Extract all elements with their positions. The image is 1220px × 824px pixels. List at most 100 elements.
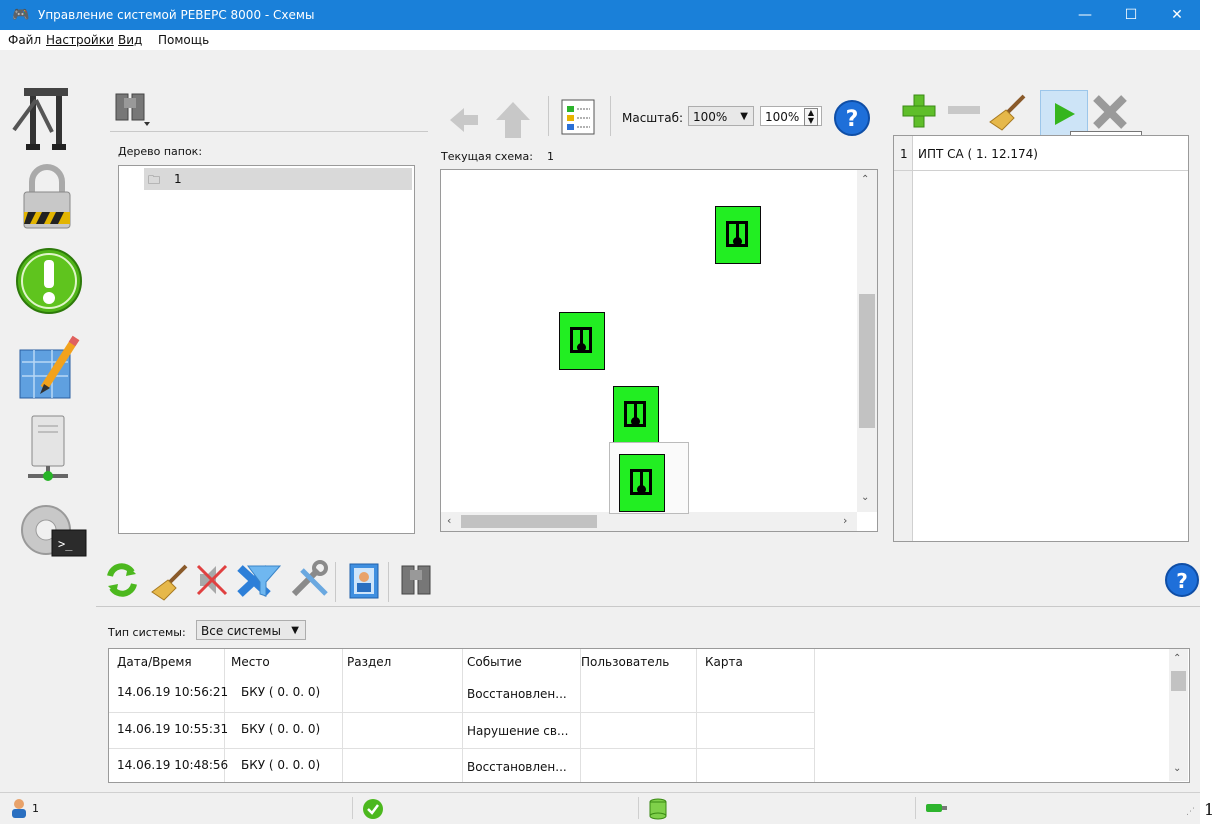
scale-select-value: 100% bbox=[693, 110, 728, 124]
minimize-button[interactable]: — bbox=[1062, 0, 1108, 30]
menu-view[interactable]: Вид bbox=[118, 33, 142, 47]
vertical-scroll-thumb[interactable] bbox=[859, 294, 875, 428]
folder-tree[interactable]: 🗀 1 bbox=[118, 165, 415, 534]
console-gear-icon[interactable]: >_ bbox=[16, 496, 88, 568]
cell-event: Восстановлен... bbox=[467, 687, 567, 701]
system-type-value: Все системы bbox=[201, 624, 281, 638]
tools-icon[interactable] bbox=[288, 560, 332, 600]
chevron-down-icon: ▼ bbox=[740, 111, 748, 122]
column-header-place[interactable]: Место bbox=[231, 655, 270, 669]
toolbar-divider bbox=[548, 96, 549, 136]
page-number: 1 bbox=[1204, 800, 1215, 819]
table-row[interactable]: 14.06.19 10:48:56 БКУ ( 0. 0. 0) Восстан… bbox=[109, 749, 815, 782]
broom-icon[interactable] bbox=[988, 92, 1028, 132]
folder-tree-item[interactable]: 🗀 1 bbox=[144, 168, 412, 190]
sensor-icon[interactable] bbox=[559, 312, 605, 370]
user-count: 1 bbox=[32, 802, 39, 815]
ok-status-icon bbox=[363, 799, 383, 819]
padlock-icon[interactable] bbox=[14, 162, 80, 232]
menu-file[interactable]: Файл bbox=[8, 33, 41, 47]
sensor-icon[interactable] bbox=[619, 454, 665, 512]
binoculars-icon[interactable] bbox=[110, 88, 154, 130]
scroll-up-icon[interactable]: ⌃ bbox=[861, 174, 869, 185]
back-arrow-icon[interactable] bbox=[446, 104, 482, 136]
mute-sound-icon[interactable] bbox=[194, 562, 230, 598]
maximize-button[interactable]: ☐ bbox=[1108, 0, 1154, 30]
cell-place: БКУ ( 0. 0. 0) bbox=[241, 758, 321, 772]
cell-place: БКУ ( 0. 0. 0) bbox=[241, 722, 321, 736]
start-button[interactable] bbox=[1040, 90, 1088, 136]
scroll-right-icon[interactable]: › bbox=[843, 514, 847, 527]
server-icon[interactable] bbox=[22, 412, 82, 486]
scale-spinbox-value: 100% bbox=[765, 110, 800, 124]
refresh-icon[interactable] bbox=[104, 562, 140, 598]
column-header-user[interactable]: Пользователь bbox=[581, 655, 669, 669]
filter-icon[interactable] bbox=[244, 560, 284, 600]
add-icon[interactable] bbox=[900, 92, 938, 130]
toolbar-divider bbox=[610, 96, 611, 136]
svg-text:?: ? bbox=[846, 107, 859, 132]
column-header-section[interactable]: Раздел bbox=[347, 655, 391, 669]
events-table[interactable]: Дата/Время Место Раздел Событие Пользова… bbox=[108, 648, 1190, 783]
usb-key-icon bbox=[926, 804, 947, 812]
scheme-list-icon[interactable] bbox=[558, 98, 598, 136]
toolbar-divider bbox=[388, 562, 389, 602]
current-scheme-label: Текущая схема: bbox=[441, 150, 533, 163]
scale-select[interactable]: 100% ▼ bbox=[688, 106, 754, 126]
scroll-down-icon[interactable]: ⌄ bbox=[861, 492, 869, 503]
scheme-canvas[interactable]: ⌃ ⌄ ‹ › bbox=[440, 169, 878, 532]
cell-datetime: 14.06.19 10:55:31 bbox=[117, 722, 229, 736]
table-row[interactable]: 14.06.19 10:56:21 БКУ ( 0. 0. 0) Восстан… bbox=[109, 677, 815, 713]
menu-help[interactable]: Помощь bbox=[158, 33, 209, 47]
map-edit-icon[interactable] bbox=[14, 332, 86, 404]
close-button[interactable]: ✕ bbox=[1154, 0, 1200, 30]
events-scroll-thumb[interactable] bbox=[1171, 671, 1186, 691]
device-name: ИПТ СА ( 1. 12.174) bbox=[918, 147, 1038, 161]
alert-icon[interactable] bbox=[14, 246, 84, 316]
app-logo-icon: 🎮 bbox=[12, 7, 30, 23]
menu-bar: Файл Настройки Вид Помощь bbox=[0, 30, 1200, 50]
column-header-datetime[interactable]: Дата/Время bbox=[117, 655, 192, 669]
column-header-card[interactable]: Карта bbox=[705, 655, 743, 669]
binoculars-search-icon[interactable] bbox=[396, 560, 436, 600]
scroll-up-icon[interactable]: ⌃ bbox=[1173, 653, 1181, 664]
status-divider bbox=[352, 797, 353, 819]
user-icon bbox=[12, 799, 26, 818]
svg-text:?: ? bbox=[1176, 569, 1188, 593]
system-type-select[interactable]: Все системы ▼ bbox=[196, 620, 306, 640]
folder-name: 1 bbox=[174, 172, 182, 186]
remove-icon[interactable] bbox=[946, 100, 982, 120]
help-icon[interactable]: ? bbox=[832, 98, 872, 138]
cell-datetime: 14.06.19 10:56:21 bbox=[117, 685, 229, 699]
turnstile-icon[interactable] bbox=[8, 80, 84, 156]
scroll-left-icon[interactable]: ‹ bbox=[447, 514, 451, 527]
up-arrow-icon[interactable] bbox=[494, 100, 532, 140]
sensor-icon[interactable] bbox=[715, 206, 761, 264]
scroll-down-icon[interactable]: ⌄ bbox=[1173, 763, 1181, 774]
events-vertical-scrollbar[interactable]: ⌃ ⌄ bbox=[1169, 649, 1188, 781]
spin-arrows-icon[interactable]: ▲ ▼ bbox=[804, 108, 818, 126]
sensor-icon[interactable] bbox=[613, 386, 659, 444]
user-card-icon[interactable] bbox=[344, 560, 384, 600]
menu-settings[interactable]: Настройки bbox=[46, 33, 114, 47]
delete-icon[interactable] bbox=[1090, 92, 1130, 132]
table-row[interactable]: 14.06.19 10:55:31 БКУ ( 0. 0. 0) Нарушен… bbox=[109, 713, 815, 749]
chevron-down-icon: ▼ bbox=[291, 625, 299, 636]
folder-toolbar-divider bbox=[110, 131, 428, 132]
vertical-scrollbar[interactable]: ⌃ ⌄ bbox=[857, 170, 877, 512]
device-list-item[interactable]: 1 ИПТ СА ( 1. 12.174) bbox=[894, 136, 1188, 171]
horizontal-scrollbar[interactable]: ‹ › bbox=[441, 512, 857, 531]
clear-broom-icon[interactable] bbox=[150, 562, 190, 602]
device-list-gutter bbox=[894, 136, 913, 541]
left-toolbar: >_ bbox=[0, 50, 96, 792]
device-list[interactable]: 1 ИПТ СА ( 1. 12.174) bbox=[893, 135, 1189, 542]
status-divider bbox=[638, 797, 639, 819]
column-header-event[interactable]: Событие bbox=[467, 655, 522, 669]
scale-spinbox[interactable]: 100% ▲ ▼ bbox=[760, 106, 822, 126]
events-help-icon[interactable]: ? bbox=[1164, 562, 1200, 598]
device-index: 1 bbox=[900, 147, 908, 161]
folder-icon: 🗀 bbox=[148, 173, 161, 187]
scale-label: Масштаб: bbox=[622, 111, 684, 125]
horizontal-scroll-thumb[interactable] bbox=[461, 515, 597, 528]
resize-grip-icon[interactable]: ⋰ bbox=[1186, 807, 1195, 817]
